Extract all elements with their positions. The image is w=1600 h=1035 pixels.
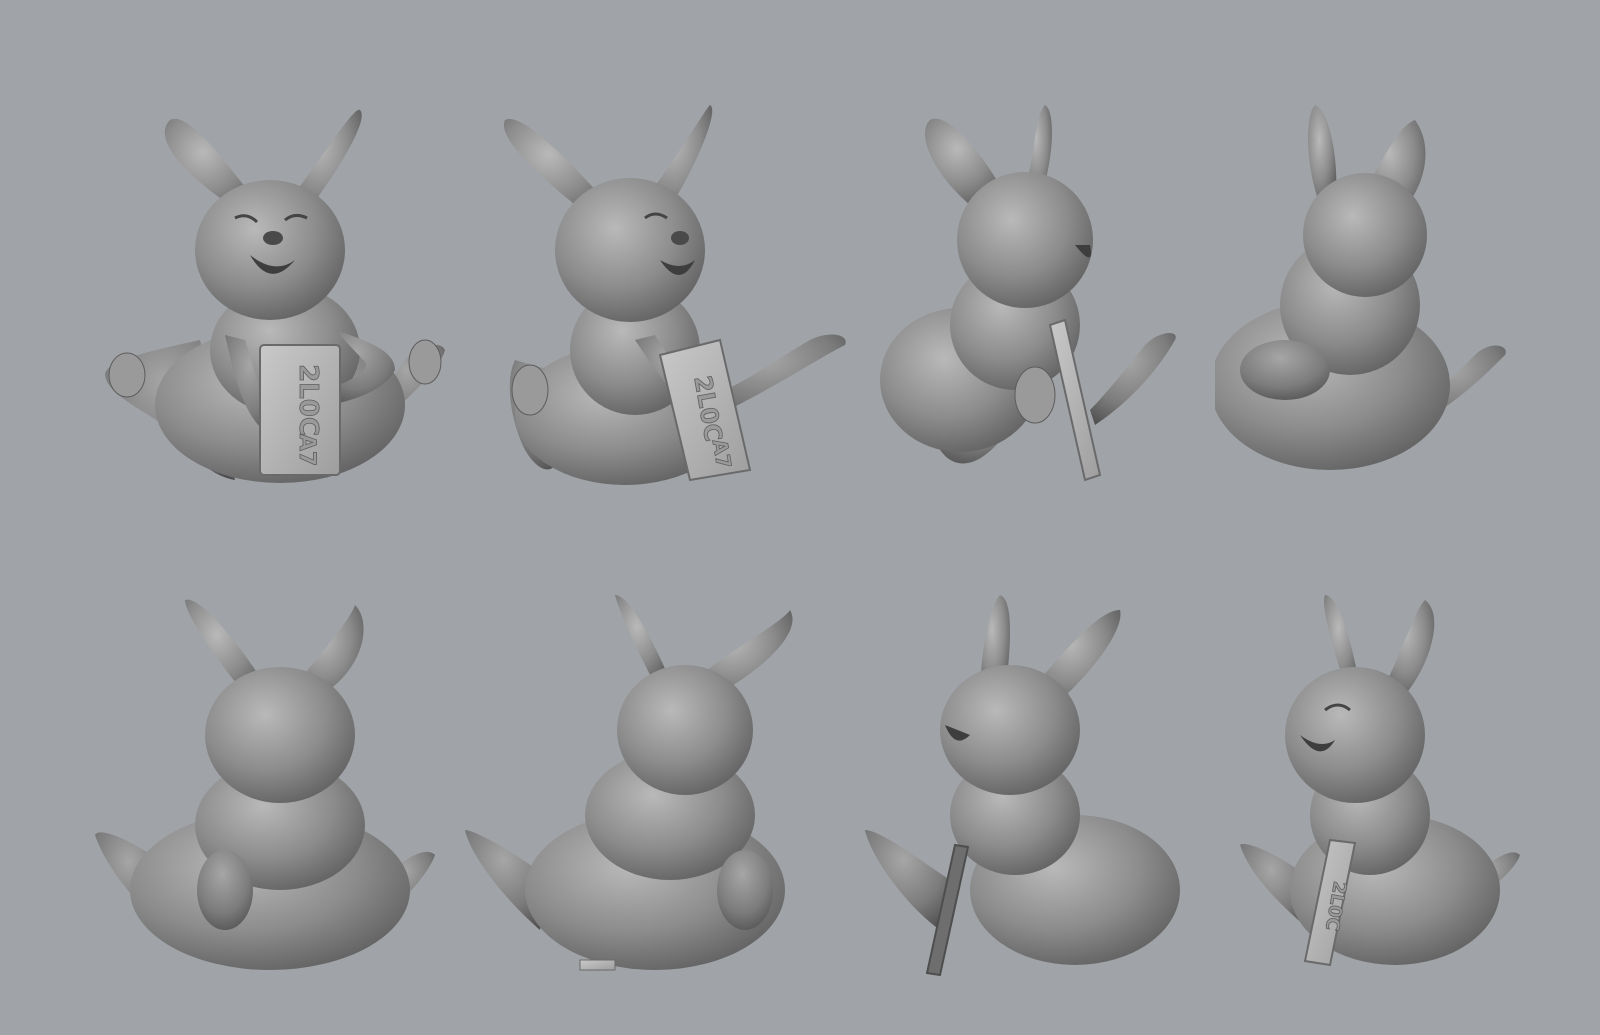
plate-line-2: A7 (708, 437, 737, 470)
tail (197, 850, 253, 930)
rabbit-view-back-left (1215, 95, 1575, 515)
rabbit-view-back (90, 585, 450, 1005)
rabbit-view-back-right (460, 585, 820, 1005)
plate-line-2: A7 (294, 434, 319, 466)
rabbit-view-left (875, 95, 1235, 515)
turnaround-sheet: 2L0C A7 2L0C A7 2L0C (0, 0, 1600, 1035)
license-plate (579, 959, 616, 971)
rabbit-view-front-left: 2L0C A7 (495, 100, 855, 520)
plate-line-1: 2L0C (293, 364, 323, 436)
license-plate: 2L0C A7 (259, 344, 341, 476)
rabbit-view-front: 2L0C A7 (95, 100, 455, 520)
rabbit-view-front-right: 2L0C (1230, 585, 1590, 1005)
rabbit-view-right (860, 585, 1220, 1005)
